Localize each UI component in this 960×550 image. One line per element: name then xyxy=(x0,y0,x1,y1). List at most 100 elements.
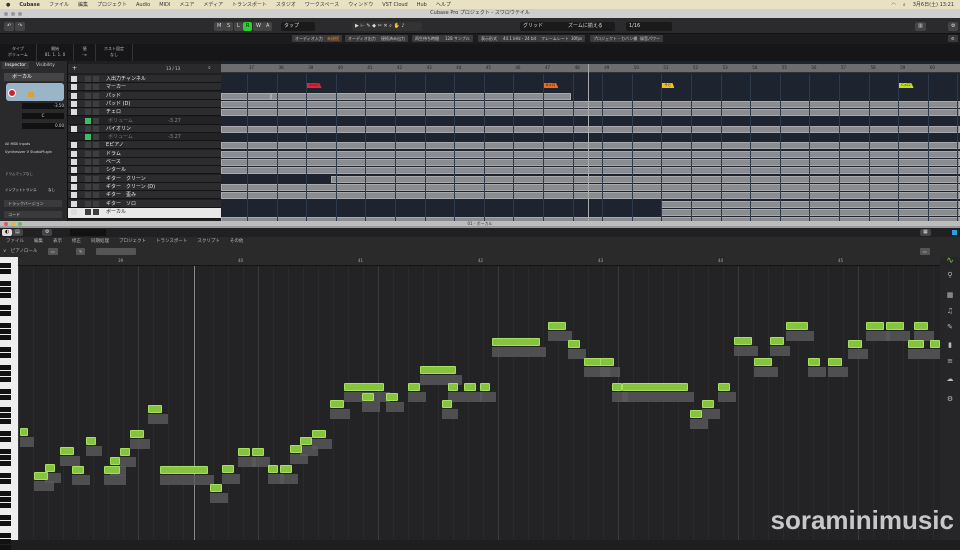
black-key[interactable] xyxy=(0,449,11,454)
track-name[interactable]: ギター クリーン (D) xyxy=(106,183,155,191)
editor-menu-item[interactable]: ファイル xyxy=(6,237,24,246)
track-row[interactable]: ボリューム -3.27 xyxy=(68,133,221,142)
pitch-segment[interactable] xyxy=(754,358,772,366)
pitch-segment[interactable] xyxy=(866,322,884,330)
zoom-mode-select[interactable]: ズームに揃える xyxy=(565,22,615,31)
track-name[interactable]: チェロ xyxy=(106,108,121,116)
section-track-versions[interactable]: トラックバージョン xyxy=(4,200,62,207)
pitch-segment[interactable] xyxy=(330,400,344,408)
event-part[interactable] xyxy=(306,109,960,117)
pitch-segment[interactable] xyxy=(442,400,452,408)
mute-button[interactable] xyxy=(85,134,91,141)
music-note-icon[interactable]: ♫ xyxy=(946,307,954,315)
pitch-segment[interactable] xyxy=(210,484,222,492)
solo-button[interactable] xyxy=(93,150,99,157)
pitch-segment[interactable] xyxy=(86,437,96,445)
clip-icon[interactable]: ▮ xyxy=(946,341,954,349)
pitch-segment[interactable] xyxy=(120,448,130,456)
pitch-segment[interactable] xyxy=(60,447,74,455)
pitch-segment[interactable] xyxy=(34,472,48,480)
inspector-track-name[interactable]: ボーカル xyxy=(4,73,64,81)
track-row[interactable]: 入出力チャンネル xyxy=(68,75,221,83)
mute-button[interactable] xyxy=(85,92,91,99)
menu-item[interactable]: ファイル xyxy=(49,1,69,8)
pitch-segment[interactable] xyxy=(72,466,84,474)
mute-button[interactable] xyxy=(85,192,91,199)
record-enable-button[interactable] xyxy=(8,89,16,97)
track-row[interactable]: ギター クリーン (D) xyxy=(68,182,221,191)
black-key[interactable] xyxy=(0,413,11,418)
settings-icon[interactable]: ⚙ xyxy=(42,229,53,236)
track-row[interactable]: チェロ xyxy=(68,108,221,117)
pitch-segment[interactable] xyxy=(622,383,688,391)
minimize-button[interactable] xyxy=(11,221,15,226)
track-name[interactable]: マーカー xyxy=(106,83,126,91)
pitch-segment[interactable] xyxy=(930,340,940,348)
pitch-segment[interactable] xyxy=(104,466,120,474)
event-part[interactable] xyxy=(221,159,960,166)
pitch-segment[interactable] xyxy=(786,322,808,330)
mute-button[interactable] xyxy=(85,159,91,165)
pitch-segment[interactable] xyxy=(300,437,312,445)
black-key[interactable] xyxy=(0,491,11,496)
layout-icon[interactable]: ▥ xyxy=(915,22,926,31)
solo-button[interactable] xyxy=(93,167,99,174)
pitch-segment[interactable] xyxy=(702,400,714,408)
close-button[interactable] xyxy=(4,221,8,226)
menu-item[interactable]: メディア xyxy=(203,1,223,8)
solo-button[interactable] xyxy=(93,142,99,149)
track-name[interactable]: Eピアノ xyxy=(106,141,124,149)
snap-button[interactable]: ▭ xyxy=(48,248,58,255)
black-key[interactable] xyxy=(0,329,11,334)
black-key[interactable] xyxy=(0,371,11,376)
mute-button[interactable] xyxy=(85,76,91,82)
black-key[interactable] xyxy=(0,521,11,526)
read-button[interactable]: R xyxy=(243,22,253,31)
pitch-segment[interactable] xyxy=(908,340,924,348)
event-part[interactable] xyxy=(221,100,960,108)
track-name[interactable]: ギター 歪み xyxy=(106,191,136,199)
pitch-segment[interactable] xyxy=(160,466,208,474)
list-icon[interactable]: ≡ xyxy=(946,357,954,365)
editor-menu-item[interactable]: プロジェクト xyxy=(119,237,146,246)
event-part[interactable] xyxy=(271,92,571,100)
track-name[interactable]: バイオリン xyxy=(106,125,131,133)
section-chords[interactable]: コード xyxy=(4,211,62,218)
pitch-segment[interactable] xyxy=(734,337,752,345)
info-value[interactable]: 値 -∞ xyxy=(74,44,97,61)
editor-label[interactable]: ピアノロール xyxy=(11,249,38,254)
menu-item[interactable]: VST Cloud xyxy=(382,2,408,8)
event-part[interactable] xyxy=(221,142,960,150)
solo-button[interactable] xyxy=(93,117,99,124)
black-key[interactable] xyxy=(0,515,11,520)
black-key[interactable] xyxy=(0,389,11,394)
mute-button[interactable] xyxy=(85,150,91,157)
marker[interactable]: Cメロ xyxy=(898,83,914,88)
event-part[interactable] xyxy=(221,192,960,200)
track-name[interactable]: ボリューム xyxy=(108,117,133,125)
menu-item[interactable]: Hub xyxy=(417,2,427,8)
pitch-segment[interactable] xyxy=(238,448,250,456)
track-value[interactable]: -3.27 xyxy=(168,117,181,125)
black-key[interactable] xyxy=(0,353,11,358)
track-row[interactable]: ギター 歪み xyxy=(68,191,221,200)
pitch-segment[interactable] xyxy=(568,340,580,348)
pitch-segment[interactable] xyxy=(492,338,540,346)
black-key[interactable] xyxy=(0,395,11,400)
track-name[interactable]: ボーカル xyxy=(106,208,126,216)
menu-item[interactable]: プロジェクト xyxy=(97,1,127,8)
black-key[interactable] xyxy=(0,287,11,292)
menu-item[interactable]: ウィンドウ xyxy=(348,1,373,8)
solo-editor-button[interactable]: ◐ xyxy=(2,229,13,236)
audio-input-label[interactable]: オーディオ入力 xyxy=(292,35,326,42)
chevron-down-icon[interactable]: ∨ xyxy=(3,249,6,254)
midi-input-select[interactable]: All MIDI Inputs xyxy=(5,142,30,146)
zoom-button[interactable] xyxy=(18,221,22,226)
audio-output-label[interactable]: オーディオ出力 xyxy=(345,35,379,42)
track-name[interactable]: パッド xyxy=(106,92,121,100)
pitch-segment[interactable] xyxy=(548,322,566,330)
input-transformer-value[interactable]: なし xyxy=(48,188,55,193)
playhead[interactable] xyxy=(194,266,195,540)
mute-button[interactable] xyxy=(85,167,91,174)
black-key[interactable] xyxy=(0,281,11,286)
